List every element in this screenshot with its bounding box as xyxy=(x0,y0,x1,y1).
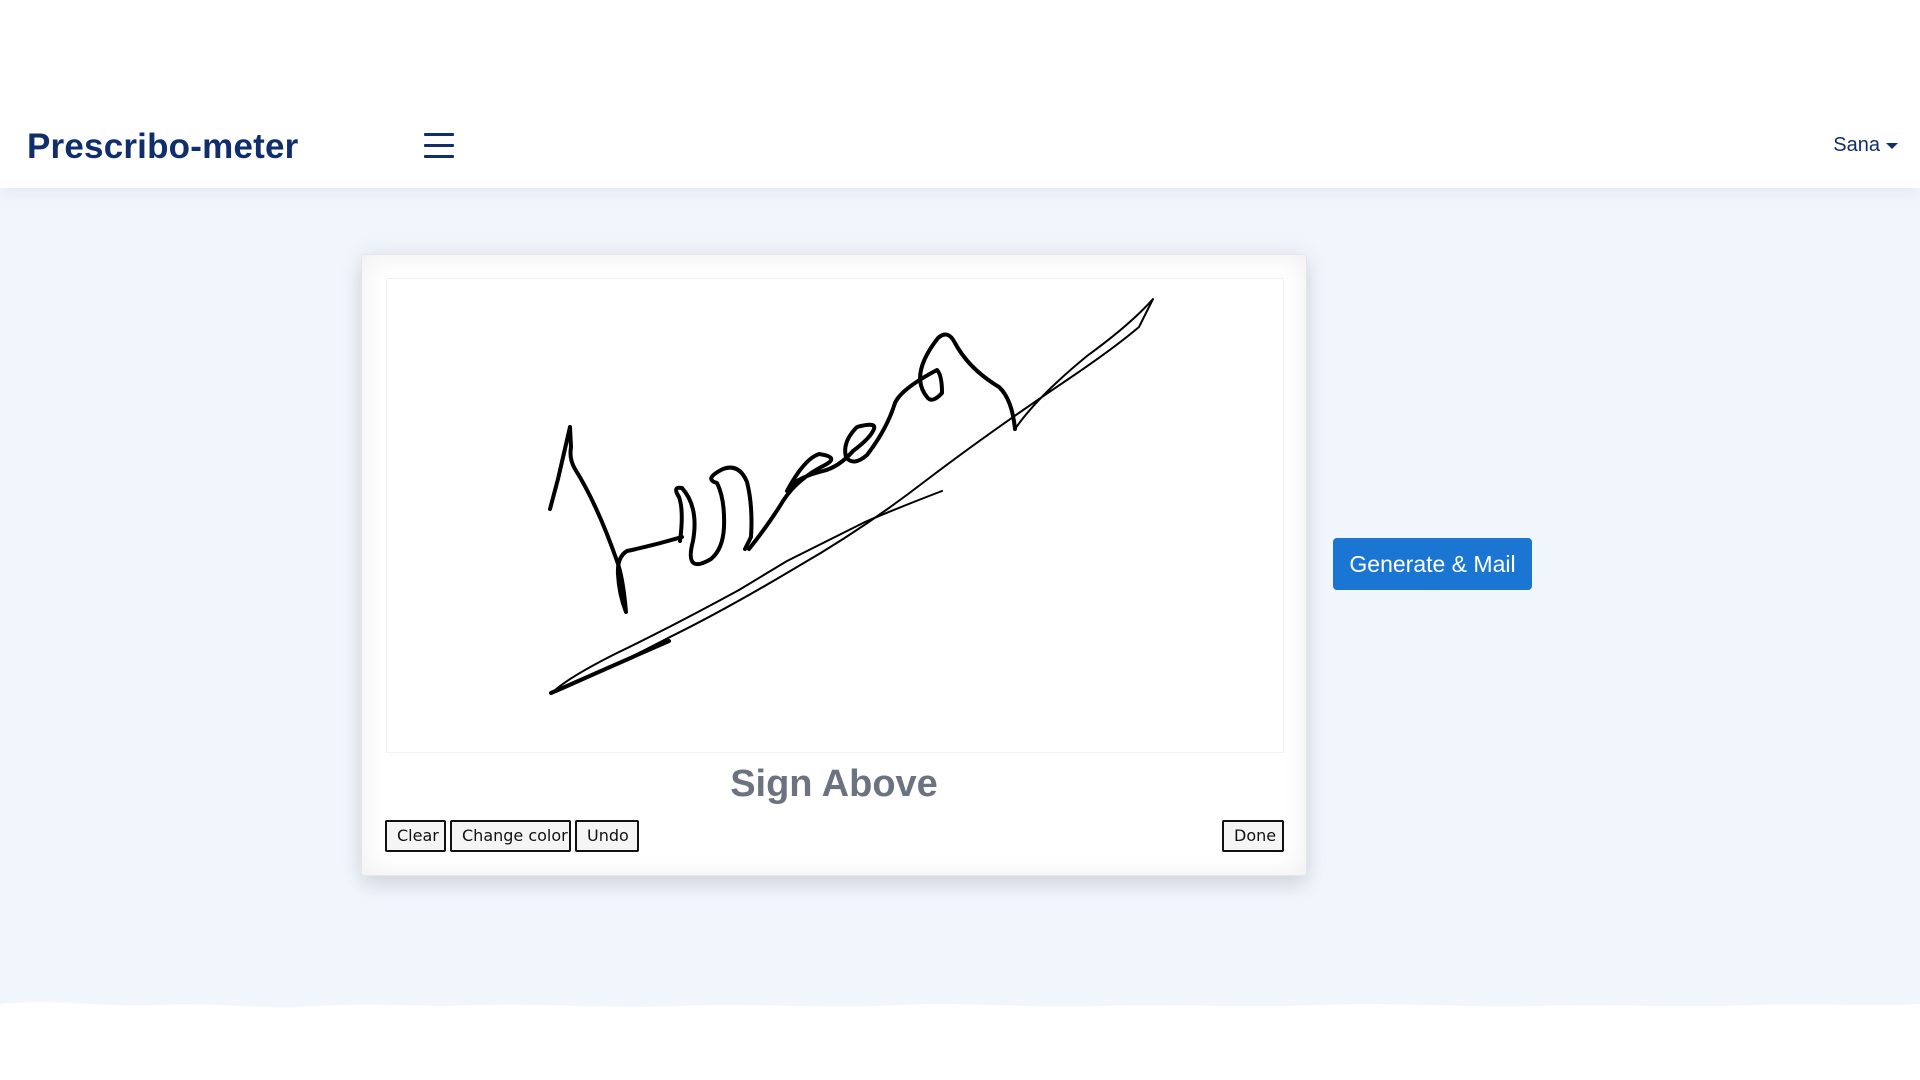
signature-canvas[interactable] xyxy=(386,278,1284,753)
change-color-button[interactable]: Change color xyxy=(450,820,571,852)
top-navbar: Prescribo-meter Sana xyxy=(0,0,1920,188)
wavy-divider xyxy=(0,1002,1920,1026)
clear-button[interactable]: Clear xyxy=(385,820,446,852)
user-dropdown[interactable]: Sana xyxy=(1833,134,1898,157)
signature-drawing xyxy=(548,298,1154,695)
signature-card: Sign Above Clear Change color Undo Done xyxy=(361,254,1307,876)
done-button[interactable]: Done xyxy=(1222,820,1284,852)
brand-title[interactable]: Prescribo-meter xyxy=(27,124,298,169)
user-name: Sana xyxy=(1833,134,1880,156)
sign-above-label: Sign Above xyxy=(730,763,938,805)
hamburger-menu-icon[interactable] xyxy=(420,131,460,163)
caret-down-icon xyxy=(1886,142,1898,149)
undo-button[interactable]: Undo xyxy=(575,820,639,852)
generate-mail-button[interactable]: Generate & Mail xyxy=(1333,538,1532,590)
